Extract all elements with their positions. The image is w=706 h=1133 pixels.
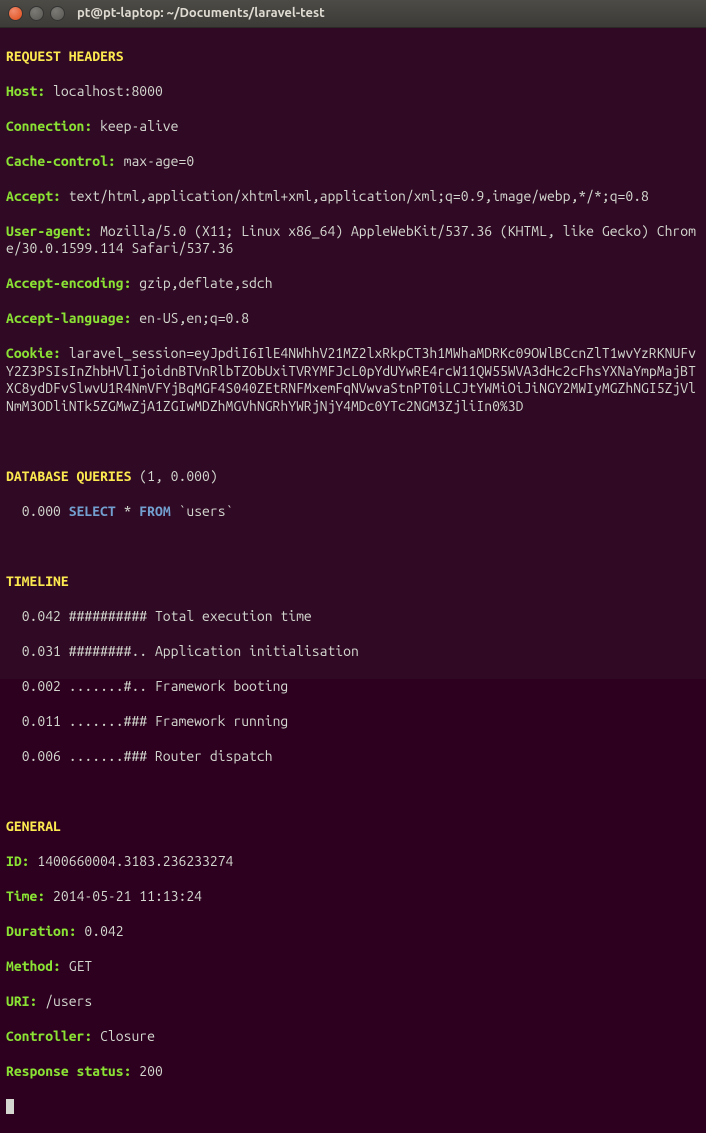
maximize-icon[interactable] — [50, 6, 65, 21]
section-header-queries: DATABASE QUERIES — [6, 468, 131, 484]
header-cache-label: Cache-control: — [6, 153, 116, 169]
section-header-general: GENERAL — [6, 818, 61, 834]
general-uri-value: /users — [37, 993, 92, 1009]
terminal-cursor — [6, 1099, 14, 1114]
section-header-request: REQUEST HEADERS — [6, 48, 124, 64]
general-controller-value: Closure — [92, 1028, 155, 1044]
general-method-label: Method: — [6, 958, 61, 974]
timeline-row: 0.002 .......#.. Framework booting — [6, 678, 288, 694]
header-language-value: en-US,en;q=0.8 — [131, 310, 249, 326]
header-cookie-value: laravel_session=eyJpdiI6IlE4NWhhV21MZ2lx… — [6, 345, 696, 414]
general-id-label: ID: — [6, 853, 30, 869]
sql-select: SELECT — [69, 503, 116, 519]
header-encoding-label: Accept-encoding: — [6, 275, 131, 291]
general-controller-label: Controller: — [6, 1028, 92, 1044]
header-cache-value: max-age=0 — [116, 153, 194, 169]
minimize-icon[interactable] — [29, 6, 44, 21]
general-status-label: Response status: — [6, 1063, 131, 1079]
general-id-value: 1400660004.3183.236233274 — [30, 853, 234, 869]
header-accept-label: Accept: — [6, 188, 61, 204]
general-status-value: 200 — [131, 1063, 162, 1079]
general-duration-label: Duration: — [6, 923, 77, 939]
header-host-label: Host: — [6, 83, 45, 99]
general-uri-label: URI: — [6, 993, 37, 1009]
sql-table: `users` — [171, 503, 234, 519]
sql-from: FROM — [139, 503, 170, 519]
header-connection-value: keep-alive — [92, 118, 178, 134]
header-ua-label: User-agent: — [6, 223, 92, 239]
window-titlebar: pt@pt-laptop: ~/Documents/laravel-test — [0, 0, 706, 28]
timeline-row: 0.042 ########## Total execution time — [6, 608, 312, 624]
terminal-output[interactable]: REQUEST HEADERS Host: localhost:8000 Con… — [0, 28, 706, 679]
general-time-label: Time: — [6, 888, 45, 904]
section-header-timeline: TIMELINE — [6, 573, 69, 589]
header-host-value: localhost:8000 — [45, 83, 163, 99]
general-time-value: 2014-05-21 11:13:24 — [45, 888, 202, 904]
queries-summary: (1, 0.000) — [131, 468, 217, 484]
window-title: pt@pt-laptop: ~/Documents/laravel-test — [77, 5, 325, 21]
header-ua-value: Mozilla/5.0 (X11; Linux x86_64) AppleWeb… — [6, 223, 696, 257]
general-method-value: GET — [61, 958, 92, 974]
general-duration-value: 0.042 — [77, 923, 124, 939]
header-cookie-label: Cookie: — [6, 345, 61, 361]
header-language-label: Accept-language: — [6, 310, 131, 326]
header-connection-label: Connection: — [6, 118, 92, 134]
header-encoding-value: gzip,deflate,sdch — [131, 275, 272, 291]
timeline-row: 0.006 .......### Router dispatch — [6, 748, 273, 764]
timeline-row: 0.031 ########.. Application initialisat… — [6, 643, 359, 659]
sql-star: * — [116, 503, 140, 519]
query-time: 0.000 — [6, 503, 69, 519]
header-accept-value: text/html,application/xhtml+xml,applicat… — [61, 188, 649, 204]
close-icon[interactable] — [8, 6, 23, 21]
timeline-row: 0.011 .......### Framework running — [6, 713, 288, 729]
